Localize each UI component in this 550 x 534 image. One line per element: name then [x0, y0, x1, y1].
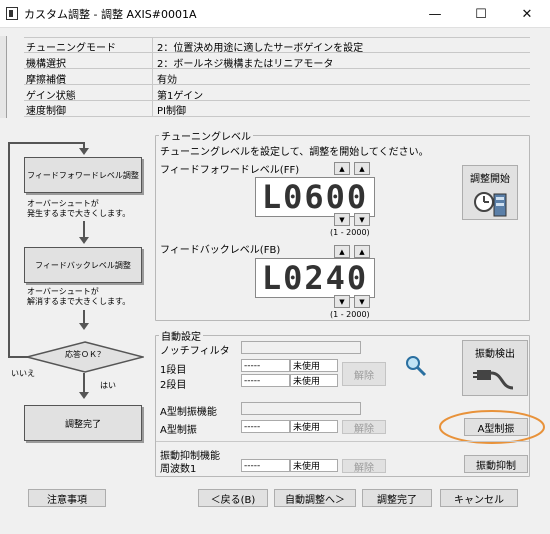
close-button[interactable]: ✕ — [504, 0, 550, 28]
a-type-value: ----- — [241, 420, 290, 433]
stage1-status: 未使用 — [290, 359, 338, 372]
divider — [24, 84, 530, 85]
flow-line — [83, 310, 85, 324]
stage1-label: 1段目 — [160, 365, 187, 376]
window-title: カスタム調整 - 調整 AXIS#0001A — [24, 8, 197, 21]
param-label-speed-control: 速度制御 — [26, 106, 66, 117]
start-tuning-button[interactable]: 調整開始 — [462, 165, 518, 220]
auto-tune-button[interactable]: 自動調整へ＞ — [274, 489, 356, 507]
stage1-value: ----- — [241, 359, 290, 372]
param-value-speed-control: PI制御 — [157, 106, 186, 117]
ff-down-right-button[interactable]: ▼ — [354, 213, 370, 226]
no-label: いいえ — [11, 369, 35, 378]
magnifier-icon[interactable] — [404, 355, 428, 377]
left-edge-strip — [0, 36, 7, 118]
a-type-status: 未使用 — [290, 420, 338, 433]
maximize-button[interactable]: ☐ — [458, 0, 504, 28]
back-button[interactable]: ＜戻る(B) — [198, 489, 268, 507]
divider — [24, 52, 530, 53]
column-divider — [152, 37, 153, 117]
loop-line — [8, 142, 10, 358]
plug-icon — [473, 370, 514, 390]
a-type-function-label: A型制振機能 — [160, 407, 217, 418]
tuning-instruction: チューニングレベルを設定して、調整を開始してください。 — [160, 147, 429, 158]
ff-level-label: フィードフォワードレベル(FF) — [160, 165, 300, 176]
ff-adjust-box: フィードフォワードレベル調整 — [24, 157, 142, 193]
frequency1-status: 未使用 — [290, 459, 338, 472]
notch-filter-label: ノッチフィルタ — [160, 346, 230, 357]
a-type-release-button[interactable]: 解除 — [342, 420, 386, 435]
ff-up-left-button[interactable]: ▲ — [334, 162, 350, 175]
ff-note-line2: 発生するまで大きくします。 — [27, 209, 131, 218]
flow-arrow — [79, 323, 89, 330]
fb-up-left-button[interactable]: ▲ — [334, 245, 350, 258]
stage2-value: ----- — [241, 374, 290, 387]
frequency1-value: ----- — [241, 459, 290, 472]
notch-release-button[interactable]: 解除 — [342, 362, 386, 386]
flow-arrow — [79, 237, 89, 244]
ff-down-left-button[interactable]: ▼ — [334, 213, 350, 226]
caution-button[interactable]: 注意事項 — [28, 489, 106, 507]
stage2-label: 2段目 — [160, 380, 187, 391]
fb-down-right-button[interactable]: ▼ — [354, 295, 370, 308]
tuning-start-icon — [474, 192, 507, 217]
loop-line — [8, 356, 28, 358]
flow-line — [83, 373, 85, 393]
a-type-sub-label: A型制振 — [160, 425, 197, 436]
vibration-suppress-button[interactable]: 振動抑制 — [464, 455, 528, 473]
divider — [24, 116, 530, 117]
fb-level-display: L0240 — [255, 258, 375, 298]
fb-down-left-button[interactable]: ▼ — [334, 295, 350, 308]
stage2-status: 未使用 — [290, 374, 338, 387]
fb-up-right-button[interactable]: ▲ — [354, 245, 370, 258]
start-tuning-label: 調整開始 — [470, 174, 510, 185]
ff-level-display: L0600 — [255, 177, 375, 217]
cancel-button[interactable]: キャンセル — [440, 489, 518, 507]
vibration-detect-button[interactable]: 振動検出 — [462, 340, 528, 396]
vibration-release-button[interactable]: 解除 — [342, 459, 386, 474]
a-type-function-field — [241, 402, 361, 415]
divider — [24, 100, 530, 101]
tuning-level-group-label: チューニングレベル — [159, 128, 253, 143]
decision-label: 応答ＯＫ？ — [65, 350, 105, 359]
done-box: 調整完了 — [24, 405, 142, 441]
complete-button[interactable]: 調整完了 — [362, 489, 432, 507]
fb-range: (1 - 2000) — [330, 310, 370, 319]
yes-label: はい — [100, 381, 116, 390]
notch-filter-field — [241, 341, 361, 354]
auto-setting-group-label: 自動設定 — [159, 328, 203, 343]
frequency1-label: 周波数1 — [160, 464, 197, 475]
fb-adjust-box: フィードバックレベル調整 — [24, 247, 142, 283]
vibration-detect-label: 振動検出 — [475, 349, 515, 360]
fb-note-line2: 解消するまで大きくします。 — [27, 297, 131, 306]
ff-range: (1 - 2000) — [330, 228, 370, 237]
flowchart: フィードフォワードレベル調整 オーバーシュートが 発生するまで大きくします。 フ… — [0, 120, 155, 450]
parameter-table: チューニングモード 2：位置決め用途に適したサーボゲインを設定 機構選択 2：ボ… — [24, 37, 530, 117]
fb-level-label: フィードバックレベル(FB) — [160, 245, 281, 256]
ff-up-right-button[interactable]: ▲ — [354, 162, 370, 175]
flow-arrow — [79, 392, 89, 399]
divider — [24, 37, 530, 38]
minimize-button[interactable]: — — [412, 0, 458, 28]
divider — [156, 441, 529, 442]
title-bar: カスタム調整 - 調整 AXIS#0001A — ☐ ✕ — [0, 0, 550, 28]
loop-line — [8, 142, 84, 144]
app-icon — [6, 7, 18, 20]
divider — [24, 68, 530, 69]
flow-arrow — [79, 148, 89, 155]
